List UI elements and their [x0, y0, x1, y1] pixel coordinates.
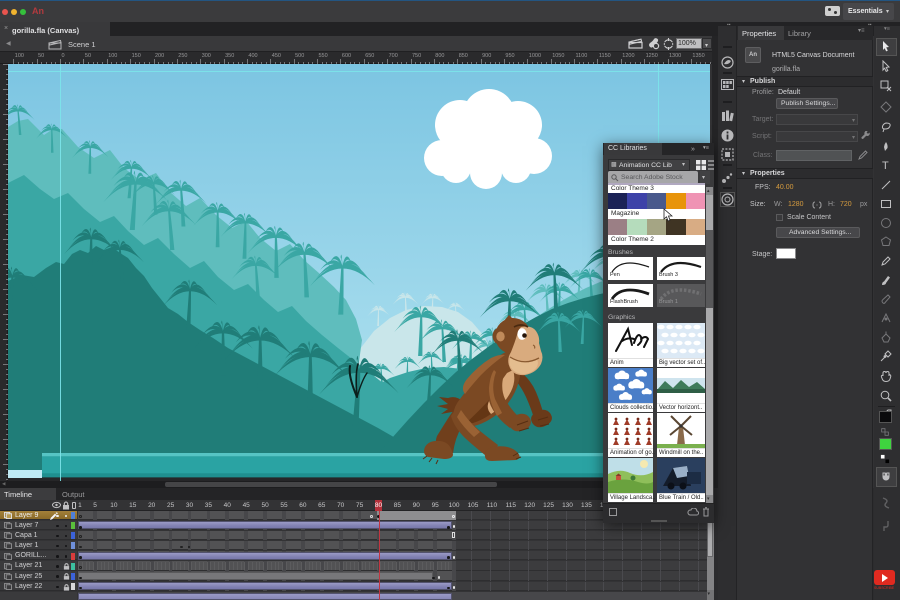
svg-text:T: T — [882, 160, 889, 171]
